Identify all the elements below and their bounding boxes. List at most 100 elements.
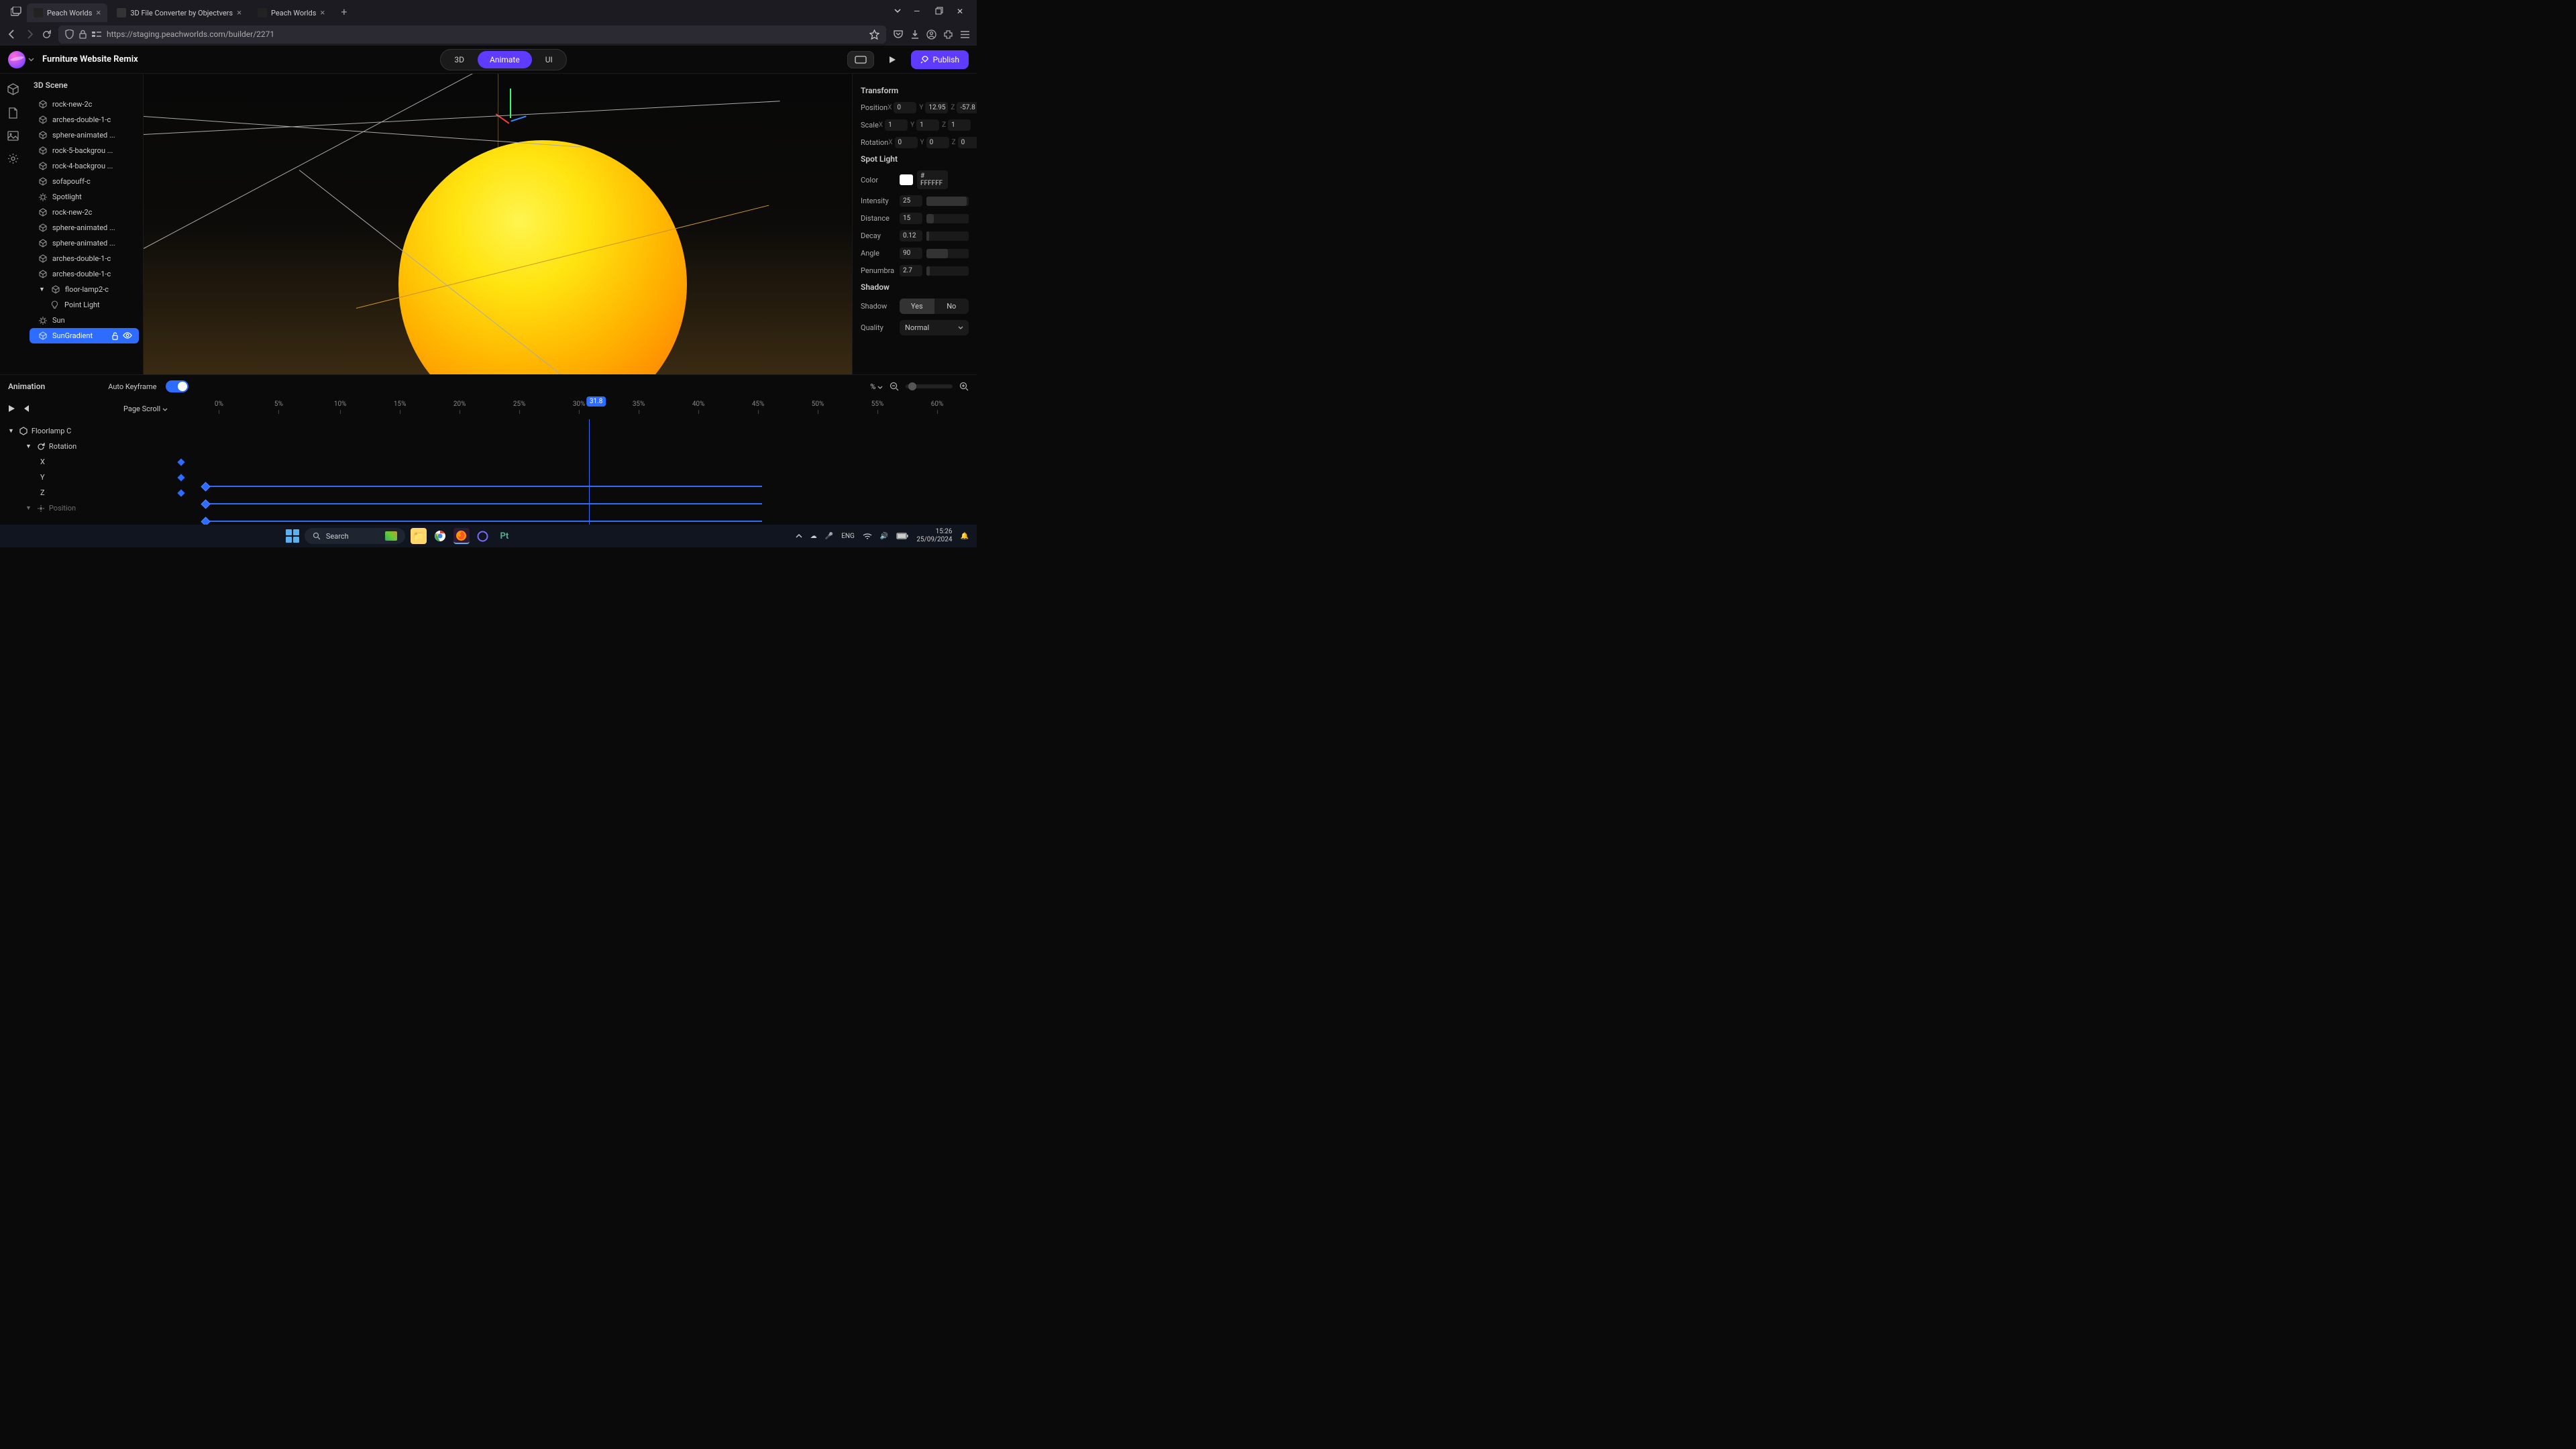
play-preview-icon[interactable] [882, 52, 903, 68]
shadow-quality-select[interactable]: Normal [900, 320, 969, 335]
intensity-slider[interactable] [926, 197, 969, 206]
bookmark-star-icon[interactable] [869, 30, 879, 40]
timeline-axis-x[interactable]: X [8, 454, 186, 470]
play-icon[interactable] [8, 405, 15, 413]
keyframe-icon[interactable] [177, 489, 184, 496]
image-icon[interactable] [7, 131, 19, 141]
nav-back-icon[interactable] [7, 29, 17, 40]
chevron-down-icon[interactable] [28, 58, 34, 62]
browser-tab-0[interactable]: Peach Worlds × [27, 3, 107, 22]
skip-start-icon[interactable] [22, 405, 30, 413]
scale-z-input[interactable]: 1 [948, 119, 971, 131]
scene-item-9[interactable]: sphere-animated ... [25, 235, 143, 251]
zoom-slider[interactable] [906, 384, 953, 388]
window-restore-icon[interactable] [935, 7, 945, 16]
timeline-prop-position[interactable]: ▼Position [8, 500, 186, 516]
device-preview-icon[interactable] [847, 51, 874, 68]
scene-item-8[interactable]: sphere-animated ... [25, 220, 143, 235]
pocket-icon[interactable] [893, 30, 904, 39]
tray-wifi-icon[interactable] [863, 533, 872, 540]
scene-item-0[interactable]: rock-new-2c [25, 97, 143, 112]
downloads-icon[interactable] [910, 30, 920, 40]
timeline-ruler[interactable]: 0%5%10%15%20%25%30%35%40%45%50%55%60% 31… [215, 400, 969, 417]
timeline-prop-rotation[interactable]: ▼Rotation [8, 439, 186, 454]
scene-item-15[interactable]: SunGradient [30, 328, 139, 343]
rotation-x-input[interactable]: 0 [895, 137, 918, 148]
reload-icon[interactable] [42, 30, 52, 40]
position-y-input[interactable]: 12.95 [925, 102, 948, 113]
timeline-axis-z[interactable]: Z [8, 485, 186, 500]
scene-item-10[interactable]: arches-double-1-c [25, 251, 143, 266]
window-minimize-icon[interactable]: — [914, 7, 923, 16]
browser-tab-1[interactable]: 3D File Converter by Objectvers × [110, 3, 248, 22]
distance-input[interactable]: 15 [900, 213, 922, 224]
taskbar-chrome-icon[interactable] [432, 528, 448, 544]
scene-item-5[interactable]: sofapouff-c [25, 174, 143, 189]
angle-input[interactable]: 90 [900, 248, 922, 259]
gear-icon[interactable] [7, 153, 19, 164]
extensions-icon[interactable] [943, 30, 953, 40]
chevron-down-icon[interactable] [894, 7, 902, 16]
penumbra-input[interactable]: 2.7 [900, 265, 922, 276]
taskbar-app-icon[interactable] [475, 528, 491, 544]
scene-item-1[interactable]: arches-double-1-c [25, 112, 143, 127]
zoom-in-icon[interactable] [959, 382, 969, 391]
scale-x-input[interactable]: 1 [885, 119, 908, 131]
tab-close-icon[interactable]: × [237, 8, 241, 18]
taskbar-search[interactable]: Search [305, 528, 405, 544]
start-menu-icon[interactable] [286, 529, 299, 543]
new-tab-button[interactable]: + [334, 5, 354, 18]
position-z-input[interactable]: -57.8 [957, 102, 977, 113]
publish-button[interactable]: Publish [911, 50, 969, 69]
scene-item-11[interactable]: arches-double-1-c [25, 266, 143, 282]
distance-slider[interactable] [926, 214, 969, 223]
page-scroll-dropdown[interactable]: Page Scroll [123, 405, 168, 413]
timeline-tracks[interactable] [195, 419, 977, 525]
shadow-no[interactable]: No [934, 299, 969, 314]
penumbra-slider[interactable] [926, 266, 969, 276]
account-icon[interactable] [926, 30, 936, 40]
menu-icon[interactable] [960, 30, 970, 39]
browser-tab-2[interactable]: Peach Worlds × [251, 3, 331, 22]
taskbar-pt-icon[interactable]: Pt [496, 528, 513, 544]
scene-item-3[interactable]: rock-5-backgrou ... [25, 143, 143, 158]
viewport-3d[interactable] [144, 74, 852, 374]
mode-ui-tab[interactable]: UI [533, 51, 565, 68]
page-icon[interactable] [8, 107, 18, 119]
autokeyframe-toggle[interactable] [166, 380, 189, 392]
nav-forward-icon[interactable] [24, 29, 35, 40]
color-swatch[interactable] [900, 174, 913, 185]
rotation-z-input[interactable]: 0 [958, 137, 977, 148]
eye-icon[interactable] [123, 332, 132, 340]
tray-chevron-icon[interactable] [796, 534, 802, 538]
percent-menu[interactable]: % [870, 382, 883, 391]
decay-input[interactable]: 0.12 [900, 230, 922, 241]
scene-item-12[interactable]: ▼floor-lamp2-c [25, 282, 143, 297]
scene-item-13[interactable]: Point Light [25, 297, 143, 313]
shadow-yes[interactable]: Yes [900, 299, 934, 314]
mode-3d-tab[interactable]: 3D [442, 51, 476, 68]
url-input[interactable]: https://staging.peachworlds.com/builder/… [58, 25, 886, 44]
tray-volume-icon[interactable]: 🔊 [880, 533, 888, 540]
scale-y-input[interactable]: 1 [916, 119, 939, 131]
scene-cube-icon[interactable] [7, 83, 19, 95]
scene-item-6[interactable]: Spotlight [25, 189, 143, 205]
scene-item-14[interactable]: Sun [25, 313, 143, 328]
tray-language-icon[interactable]: ENG [841, 533, 855, 540]
tray-onedrive-icon[interactable]: ☁ [810, 533, 817, 540]
tab-close-icon[interactable]: × [320, 8, 325, 18]
taskbar-explorer-icon[interactable]: 📁 [411, 528, 427, 544]
scene-item-2[interactable]: sphere-animated ... [25, 127, 143, 143]
keyframe-icon[interactable] [177, 458, 184, 466]
window-close-icon[interactable]: ✕ [957, 7, 966, 16]
lock-icon[interactable] [111, 332, 119, 340]
tray-battery-icon[interactable] [896, 533, 908, 539]
position-x-input[interactable]: 0 [894, 102, 916, 113]
taskbar-firefox-icon[interactable] [453, 528, 470, 544]
zoom-out-icon[interactable] [890, 382, 899, 391]
color-hex-input[interactable]: # FFFFFF [917, 170, 948, 189]
timeline-object-row[interactable]: ▼Floorlamp C [8, 423, 186, 439]
project-title[interactable]: Furniture Website Remix [42, 54, 138, 64]
rotation-y-input[interactable]: 0 [926, 137, 949, 148]
tab-close-icon[interactable]: × [96, 8, 101, 18]
